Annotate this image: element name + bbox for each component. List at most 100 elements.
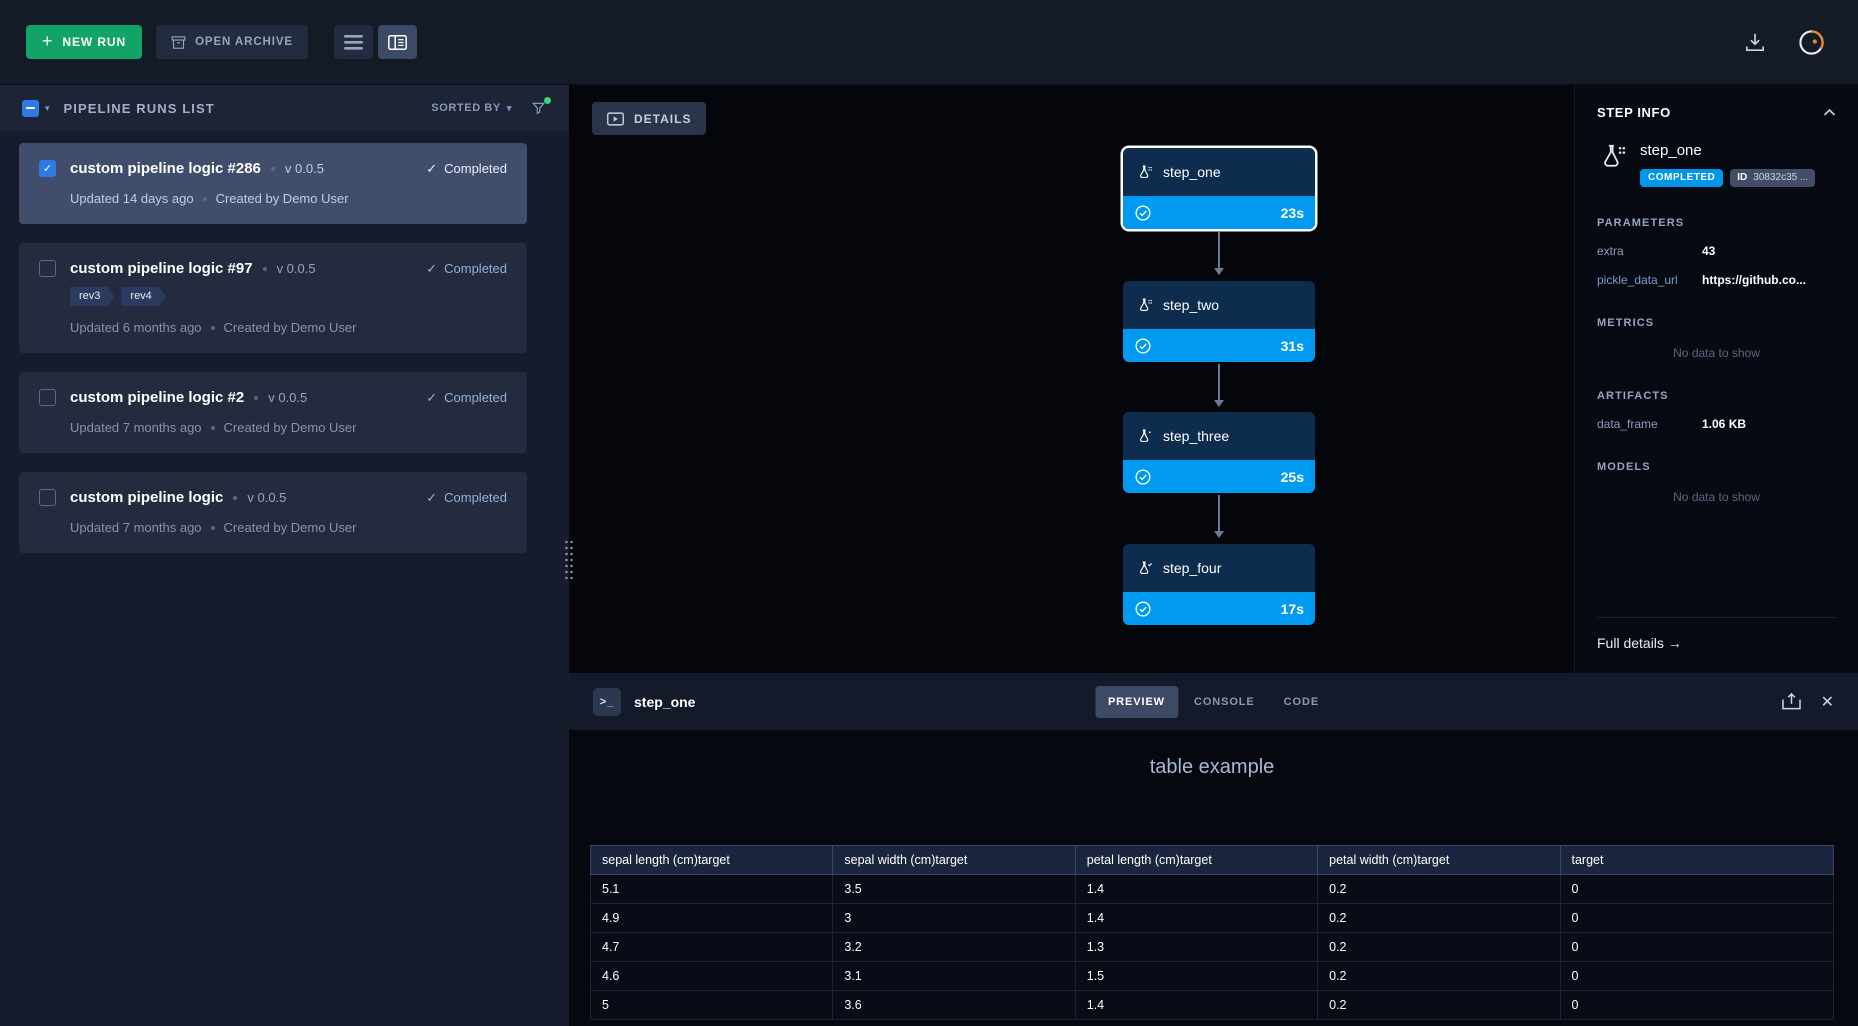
new-run-button[interactable]: + NEW RUN: [26, 25, 142, 59]
check-circle-icon: [1134, 468, 1152, 486]
run-checkbox[interactable]: [39, 489, 56, 506]
collapse-panel-button[interactable]: [1823, 108, 1836, 117]
status-check-icon: ✓: [426, 390, 437, 406]
table-cell: 3.1: [833, 962, 1075, 991]
run-title: custom pipeline logic #286: [70, 160, 261, 177]
step-info-title: STEP INFO: [1597, 105, 1671, 120]
table-row: 5 3.6 1.4 0.2 0: [591, 991, 1834, 1020]
runs-list-title: PIPELINE RUNS LIST: [64, 101, 215, 116]
node-status-bar: 31s: [1123, 329, 1315, 362]
table-row: 4.6 3.1 1.5 0.2 0: [591, 962, 1834, 991]
tag-badge[interactable]: rev4: [121, 287, 165, 306]
select-all-checkbox[interactable]: [22, 100, 39, 117]
run-status: ✓ Completed: [426, 490, 507, 506]
step-identity-row: step_one COMPLETED ID 30832c35 ...: [1597, 142, 1836, 187]
artifact-row: data_frame 1.06 KB: [1597, 417, 1836, 431]
node-duration: 31s: [1281, 338, 1304, 354]
step-icon: [1136, 428, 1153, 445]
step-info-panel: STEP INFO step_one: [1574, 85, 1858, 673]
table-row: 4.7 3.2 1.3 0.2 0: [591, 933, 1834, 962]
table-cell: 3.2: [833, 933, 1075, 962]
sorted-by-label: SORTED BY: [431, 102, 501, 114]
id-label: ID: [1737, 172, 1747, 184]
split-view-button[interactable]: [378, 25, 417, 59]
select-all-caret-icon[interactable]: ▾: [45, 103, 50, 114]
table-cell: 0.2: [1318, 991, 1560, 1020]
pipeline-runs-sidebar: ▾ PIPELINE RUNS LIST SORTED BY ▾: [0, 85, 569, 1026]
filter-active-dot: [544, 97, 551, 104]
run-status: ✓ Completed: [426, 390, 507, 406]
close-icon: ✕: [1821, 692, 1834, 712]
download-button[interactable]: [1734, 21, 1776, 63]
sorted-by-caret-icon: ▾: [507, 103, 512, 114]
pipeline-run-card[interactable]: custom pipeline logic #2 v 0.0.5 ✓ Compl…: [19, 372, 527, 453]
step-info-header: STEP INFO: [1597, 105, 1836, 120]
node-name: step_four: [1163, 560, 1221, 576]
panel-resize-handle[interactable]: [564, 539, 574, 581]
node-header: step_one: [1123, 148, 1315, 196]
table-header-cell: sepal width (cm)target: [833, 846, 1075, 875]
run-updated: Updated 7 months ago: [70, 520, 202, 535]
table-cell: 0: [1560, 875, 1834, 904]
table-cell: 4.7: [591, 933, 833, 962]
run-meta-row: Updated 7 months ago Created by Demo Use…: [39, 420, 507, 435]
run-checkbox[interactable]: ✓: [39, 160, 56, 177]
preview-title: table example: [590, 756, 1834, 779]
run-updated: Updated 14 days ago: [70, 191, 194, 206]
node-status-bar: 23s: [1123, 196, 1315, 229]
status-label: Completed: [444, 161, 507, 176]
step-icon: [1136, 560, 1153, 577]
step-name: step_one: [1640, 142, 1702, 159]
dot-separator: [211, 426, 215, 430]
close-button[interactable]: ✕: [1821, 692, 1834, 712]
avatar-button[interactable]: [1790, 21, 1832, 63]
pipeline-run-card[interactable]: custom pipeline logic v 0.0.5 ✓ Complete…: [19, 472, 527, 553]
tab-console[interactable]: CONSOLE: [1181, 686, 1268, 718]
open-archive-button[interactable]: OPEN ARCHIVE: [156, 25, 308, 59]
table-header-cell: target: [1560, 846, 1834, 875]
tab-code[interactable]: CODE: [1271, 686, 1332, 718]
pipeline-graph-area[interactable]: DETAILS step_one: [569, 85, 1574, 673]
runs-list-header: ▾ PIPELINE RUNS LIST SORTED BY ▾: [0, 85, 569, 131]
node-status-bar: 25s: [1123, 460, 1315, 493]
node-duration: 17s: [1281, 601, 1304, 617]
run-created-by: Created by Demo User: [216, 191, 349, 206]
dag-node-step-four[interactable]: step_four 17s: [1123, 544, 1315, 625]
dag-node-step-three[interactable]: step_three 25s: [1123, 412, 1315, 493]
tab-preview[interactable]: PREVIEW: [1095, 686, 1178, 718]
table-cell: 0.2: [1318, 962, 1560, 991]
sorted-by-dropdown[interactable]: SORTED BY ▾: [431, 102, 512, 114]
id-badge[interactable]: ID 30832c35 ...: [1730, 169, 1815, 187]
run-version: v 0.0.5: [285, 161, 324, 176]
artifact-value: 1.06 KB: [1702, 417, 1836, 431]
new-run-label: NEW RUN: [62, 35, 126, 49]
dag-node-step-two[interactable]: step_two 31s: [1123, 281, 1315, 362]
table-cell: 0: [1560, 904, 1834, 933]
run-tags: rev3 rev4: [39, 287, 507, 306]
table-cell: 1.4: [1075, 991, 1317, 1020]
run-card-main-row: custom pipeline logic v 0.0.5 ✓ Complete…: [39, 489, 507, 506]
dot-separator: [233, 496, 237, 500]
parameter-value: 43: [1702, 244, 1836, 258]
run-version: v 0.0.5: [277, 261, 316, 276]
table-header-cell: petal width (cm)target: [1318, 846, 1560, 875]
open-in-new-button[interactable]: [1782, 693, 1801, 710]
pipeline-run-card[interactable]: custom pipeline logic #97 v 0.0.5 ✓ Comp…: [19, 243, 527, 353]
run-meta-row: Updated 14 days ago Created by Demo User: [39, 191, 507, 206]
open-archive-label: OPEN ARCHIVE: [195, 36, 293, 48]
tag-badge[interactable]: rev3: [70, 287, 114, 306]
run-created-by: Created by Demo User: [224, 320, 357, 335]
filter-button[interactable]: [530, 100, 547, 116]
run-card-main-row: custom pipeline logic #2 v 0.0.5 ✓ Compl…: [39, 389, 507, 406]
run-checkbox[interactable]: [39, 389, 56, 406]
table-view-button[interactable]: [334, 25, 373, 59]
run-updated: Updated 7 months ago: [70, 420, 202, 435]
details-button[interactable]: DETAILS: [592, 102, 706, 135]
full-details-link[interactable]: Full details →: [1597, 635, 1682, 651]
node-header: step_two: [1123, 281, 1315, 329]
dot-separator: [254, 396, 258, 400]
run-checkbox[interactable]: [39, 260, 56, 277]
pipeline-run-card[interactable]: ✓ custom pipeline logic #286 v 0.0.5 ✓ C…: [19, 143, 527, 224]
dag-node-step-one[interactable]: step_one 23s: [1123, 148, 1315, 229]
step-preview-panel: >_ step_one PREVIEW CONSOLE CODE: [569, 673, 1858, 1026]
